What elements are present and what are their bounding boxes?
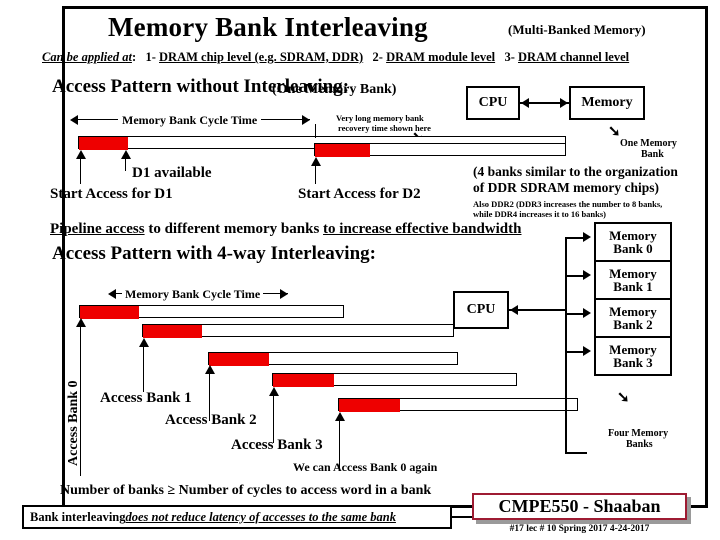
memory-bank-1-box: Memory Bank 1 bbox=[594, 260, 672, 300]
statement-lead: Bank interleaving bbox=[30, 509, 126, 524]
cpu-box-1: CPU bbox=[466, 86, 520, 120]
d1-available-stem bbox=[125, 158, 127, 171]
bank1-stem bbox=[143, 346, 145, 392]
start-d1-stem bbox=[80, 158, 82, 184]
bank1-feed-arrow bbox=[583, 270, 591, 280]
bank3-feed-arrow bbox=[583, 346, 591, 356]
brand-badge: CMPE550 - Shaaban bbox=[472, 493, 687, 520]
applied-item-2-num: 2- bbox=[372, 50, 383, 64]
bank2-feed-arrow bbox=[583, 308, 591, 318]
cpu-bus-arrow bbox=[510, 305, 518, 315]
start-d2-upper-tick bbox=[315, 124, 317, 138]
four-banks-pointer: ➘ bbox=[617, 390, 630, 406]
bank3-row-access bbox=[273, 374, 334, 387]
cycle-time-label-2: Memory Bank Cycle Time bbox=[122, 287, 264, 302]
applied-item-2-label: DRAM module level bbox=[386, 50, 496, 64]
start-d1-label: Start Access for D1 bbox=[50, 186, 173, 202]
bank2-row-access bbox=[209, 353, 269, 366]
section1-heading-parenthetical: (One Memory Bank) bbox=[272, 82, 397, 97]
applied-at-row: Can be applied at: 1- DRAM chip level (e… bbox=[42, 50, 629, 65]
ddr-note-line2: while DDR4 increases it to 16 banks) bbox=[473, 209, 607, 219]
start-d2-stem bbox=[315, 165, 317, 184]
start-d2-label: Start Access for D2 bbox=[298, 186, 421, 202]
pipeline-access-line: Pipeline access to different memory bank… bbox=[50, 221, 522, 238]
banks-rule-text: Number of banks ≥ Number of cycles to ac… bbox=[60, 483, 432, 498]
one-memory-bank-line1: One Memory bbox=[620, 138, 677, 149]
memory-bank-3-box: Memory Bank 3 bbox=[594, 336, 672, 376]
recovery-note-line1: Very long memory bank bbox=[336, 113, 424, 123]
pipeline-access-tail: to increase effective bandwidth bbox=[323, 221, 522, 237]
bus-spine bbox=[565, 237, 567, 454]
section2-heading: Access Pattern with 4-way Interleaving: bbox=[52, 243, 376, 264]
cpu-memory-arrow-left bbox=[521, 98, 529, 108]
applied-item-3-num: 3- bbox=[504, 50, 515, 64]
memory-bank-3-line2: Bank 3 bbox=[613, 355, 653, 370]
memory-bank-0-box: Memory Bank 0 bbox=[594, 222, 672, 262]
pipeline-access-mid: to different memory banks bbox=[144, 221, 324, 237]
access-bank-3-label: Access Bank 3 bbox=[231, 437, 323, 453]
bank-interleaving-statement-box: Bank interleaving does not reduce latenc… bbox=[22, 505, 452, 529]
memory-bank-1-line2: Bank 1 bbox=[613, 279, 653, 294]
one-bank-pointer: ➘ bbox=[608, 124, 621, 140]
bank0-again-row-access bbox=[339, 399, 400, 412]
applied-item-1-label: DRAM chip level (e.g. SDRAM, DDR) bbox=[159, 50, 364, 64]
ddr-note-line1: Also DDR2 (DDR3 increases the number to … bbox=[473, 199, 663, 209]
page-title-parenthetical: (Multi-Banked Memory) bbox=[508, 22, 646, 37]
cpu-memory-arrow-right bbox=[560, 98, 568, 108]
bank3-stem bbox=[273, 395, 275, 443]
access-bank-0-again-label: We can Access Bank 0 again bbox=[293, 460, 438, 474]
page-title: Memory Bank Interleaving bbox=[108, 12, 428, 42]
timeline-row2-access bbox=[315, 144, 370, 157]
bank0-feed-arrow bbox=[583, 232, 591, 242]
bus-return bbox=[565, 452, 587, 454]
access-bank-2-label: Access Bank 2 bbox=[165, 412, 257, 428]
bank0-row-access bbox=[80, 306, 139, 319]
brand-meta: #17 lec # 10 Spring 2017 4-24-2017 bbox=[509, 524, 650, 534]
applied-item-3-label: DRAM channel level bbox=[518, 50, 630, 64]
memory-bank-2-line2: Bank 2 bbox=[613, 317, 653, 332]
memory-bank-0-line2: Bank 0 bbox=[613, 241, 653, 256]
applied-at-lead: Can be applied at bbox=[42, 50, 132, 64]
memory-bank-2-box: Memory Bank 2 bbox=[594, 298, 672, 338]
banks-note-line1: (4 banks similar to the organization bbox=[473, 164, 678, 179]
access-bank-1-label: Access Bank 1 bbox=[100, 390, 192, 406]
four-memory-banks-line1: Four Memory bbox=[608, 428, 669, 439]
statement-emphasis: does not reduce latency of accesses to t… bbox=[125, 509, 396, 524]
cycle-time-right-arrow-1 bbox=[302, 115, 310, 125]
applied-at-colon: : bbox=[131, 50, 137, 64]
applied-item-1-num: 1- bbox=[145, 50, 156, 64]
slide-root: Memory Bank Interleaving (Multi-Banked M… bbox=[0, 0, 720, 540]
cycle-time-left-arrow-1 bbox=[70, 115, 78, 125]
pipeline-access-emphasis: Pipeline access bbox=[50, 221, 145, 237]
d1-available-label: D1 available bbox=[132, 165, 212, 181]
one-memory-bank-line2: Bank bbox=[641, 149, 664, 160]
bank1-row-access bbox=[143, 325, 202, 338]
memory-box: Memory bbox=[569, 86, 645, 120]
cycle-time-left-arrow-2 bbox=[108, 289, 116, 299]
timeline-row1-access bbox=[79, 137, 128, 150]
access-bank-0-vertical-label: Access Bank 0 bbox=[66, 380, 81, 466]
four-memory-banks-line2: Banks bbox=[626, 439, 653, 450]
cpu-box-2: CPU bbox=[453, 291, 509, 329]
cycle-time-right-arrow-2 bbox=[280, 289, 288, 299]
banks-note-line2: of DDR SDRAM memory chips) bbox=[473, 180, 659, 195]
cycle-time-label-1: Memory Bank Cycle Time bbox=[118, 113, 262, 128]
